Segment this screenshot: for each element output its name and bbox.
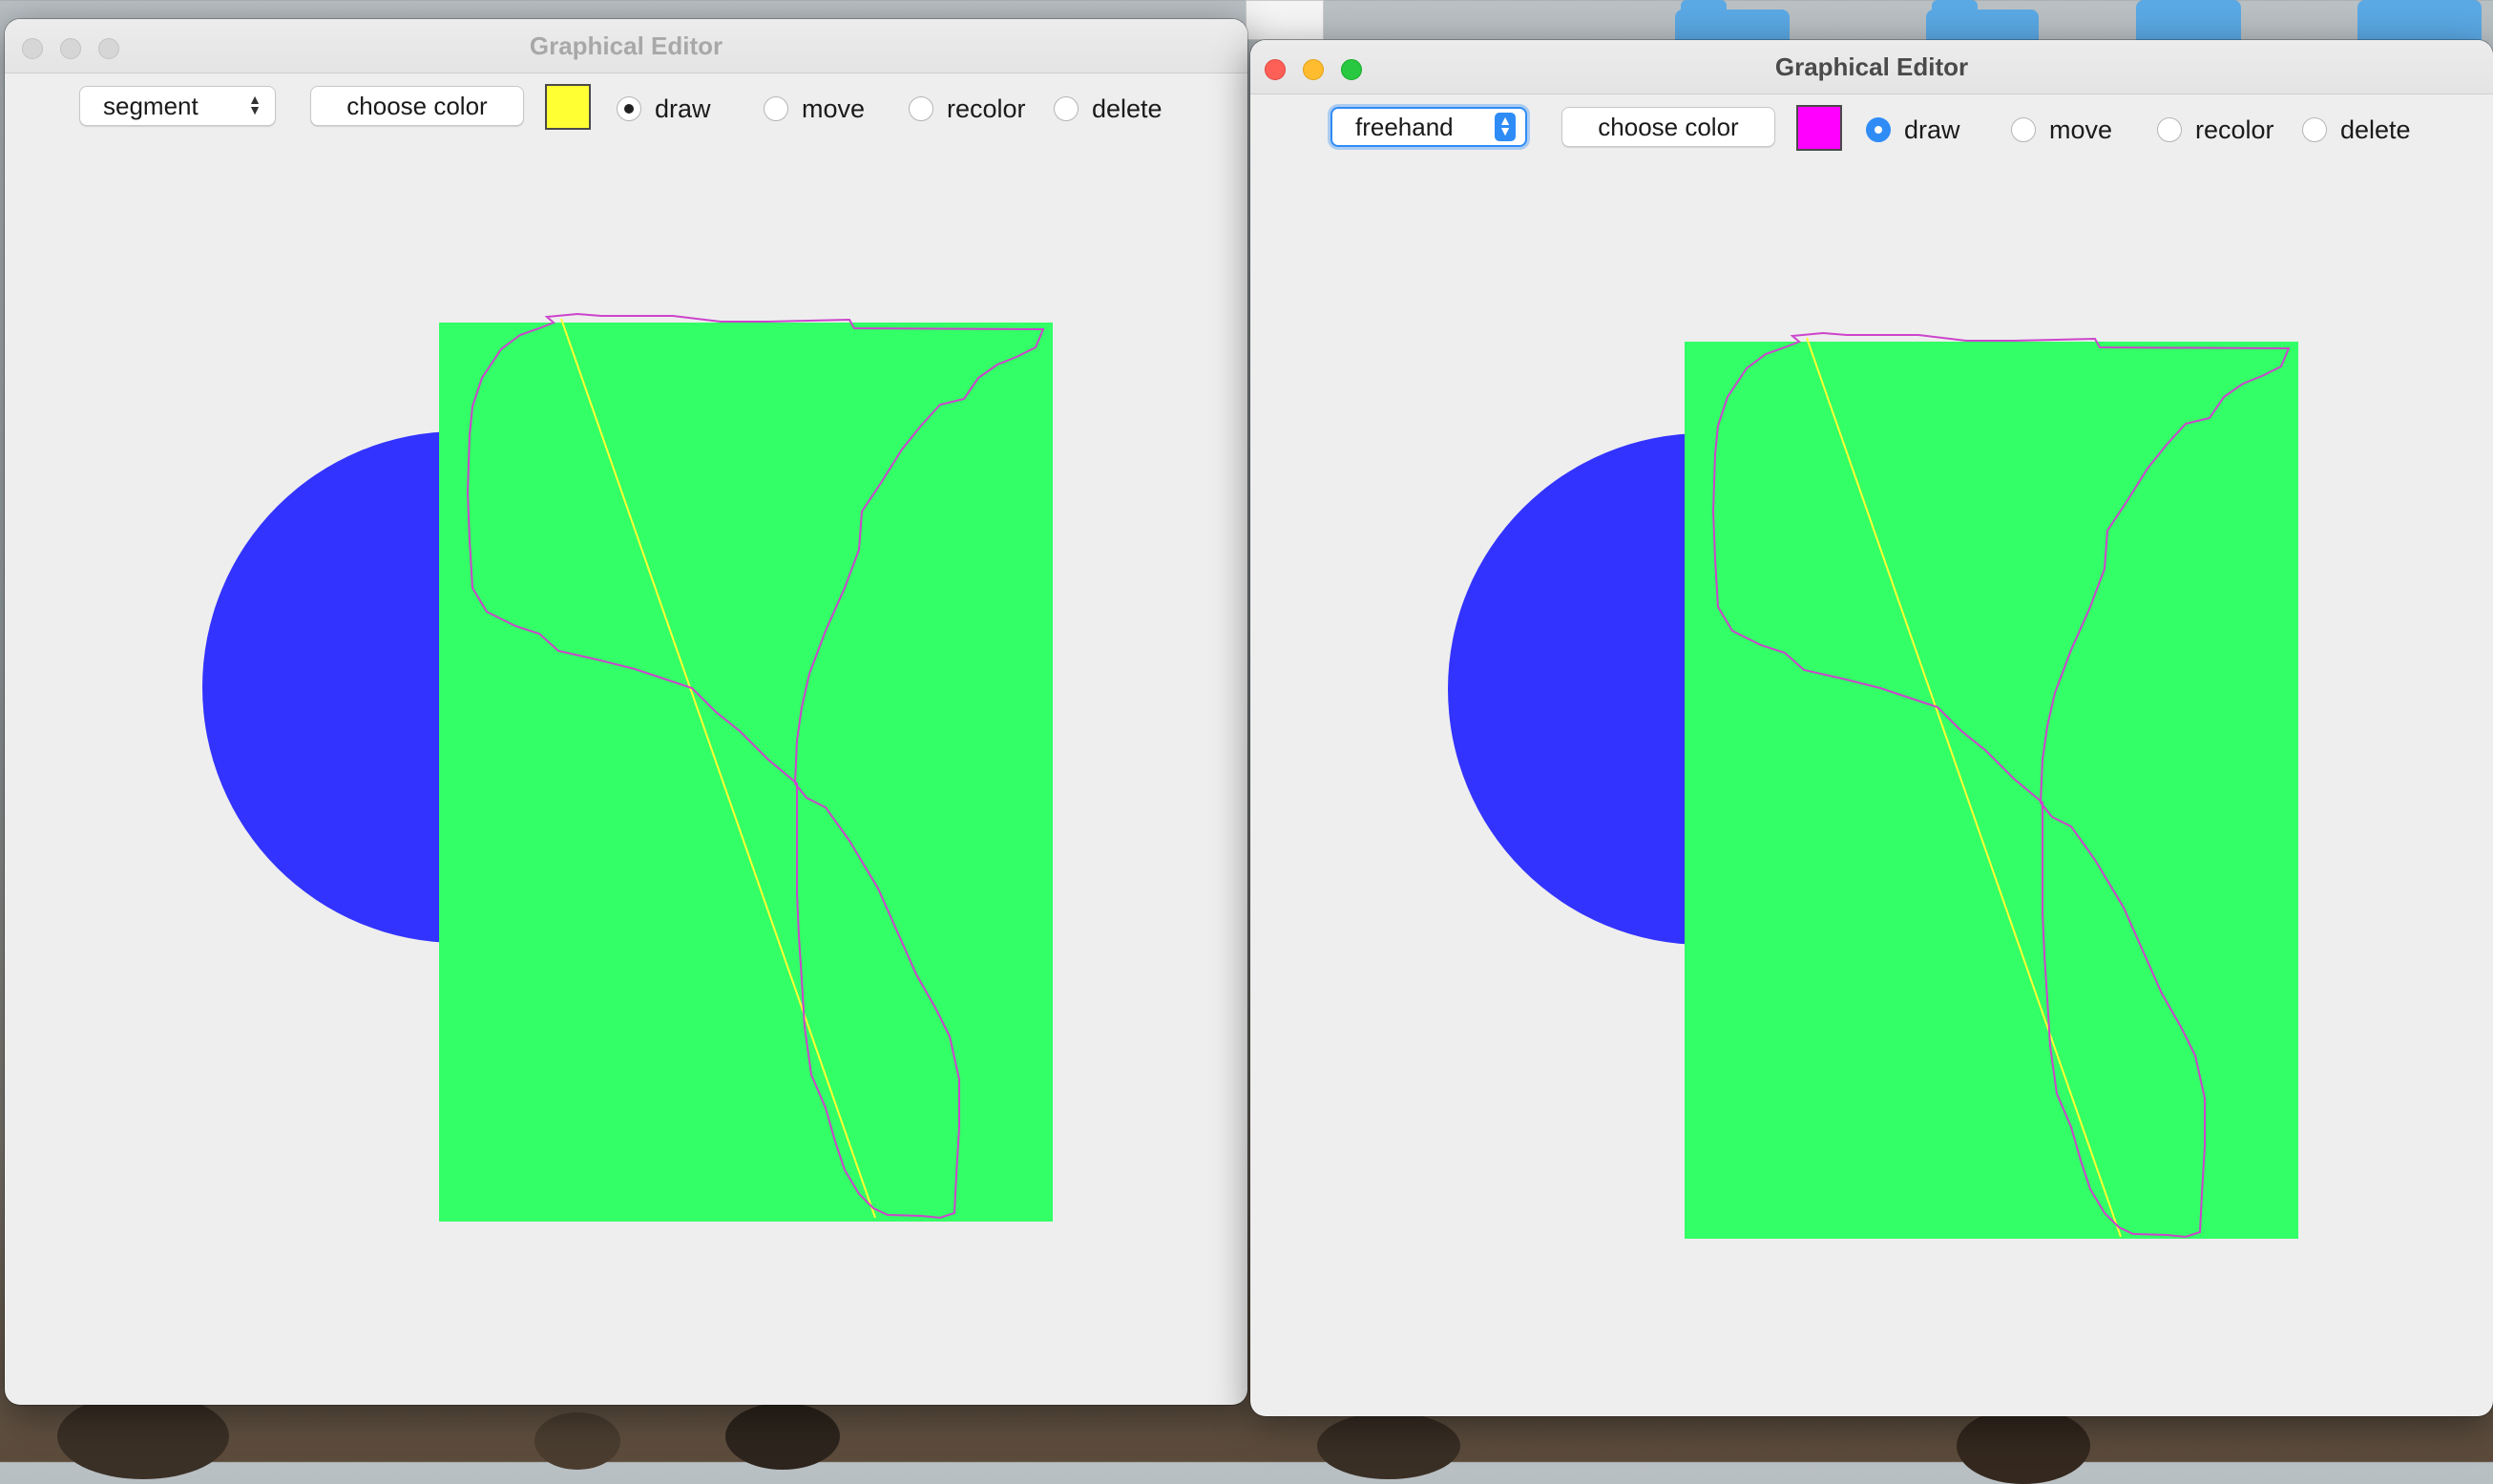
shape-select-value: freehand: [1355, 113, 1454, 141]
window-title: Graphical Editor: [529, 31, 723, 60]
mode-draw-label: draw: [1904, 115, 1960, 144]
chevron-updown-icon: ▲ ▼: [1495, 113, 1516, 141]
toolbar: freehand ▲ ▼ choose color draw move recol…: [1250, 94, 2493, 170]
title-bar: Graphical Editor: [5, 19, 1247, 73]
color-swatch: [545, 84, 591, 130]
window-title: Graphical Editor: [1774, 52, 1969, 81]
shape-select[interactable]: freehand ▲ ▼: [1330, 107, 1527, 147]
radio-button-icon: [909, 96, 933, 121]
radio-button-icon: [1054, 96, 1079, 121]
chevron-updown-icon: ▲ ▼: [248, 92, 262, 117]
color-swatch: [1796, 105, 1842, 151]
radio-button-icon: [2157, 117, 2182, 142]
mode-recolor-label: recolor: [2195, 115, 2274, 144]
radio-button-icon: [2011, 117, 2036, 142]
drawing-canvas[interactable]: [1250, 170, 2493, 1416]
rectangle-shape[interactable]: [439, 323, 1053, 1222]
mode-delete-label: delete: [1092, 94, 1163, 123]
editor-window-2: Graphical Editor freehand ▲ ▼ choose colo…: [1250, 40, 2493, 1416]
toolbar: segment ▲ ▼ choose color draw move recolo…: [5, 73, 1247, 149]
shape-select-value: segment: [103, 92, 199, 120]
rectangle-shape[interactable]: [1685, 342, 2298, 1239]
desktop-document-icon[interactable]: [1246, 0, 1324, 40]
drawing-canvas[interactable]: [5, 149, 1247, 1405]
mode-radio-group: draw move recolor delete: [617, 90, 1227, 128]
mode-draw-label: draw: [655, 94, 711, 123]
title-bar: Graphical Editor: [1250, 40, 2493, 94]
choose-color-button[interactable]: choose color: [1561, 107, 1775, 147]
radio-button-icon: [2302, 117, 2327, 142]
radio-button-icon: [1866, 117, 1891, 142]
editor-window-1: Graphical Editor segment ▲ ▼ choose color…: [5, 19, 1247, 1405]
mode-radio-group: draw move recolor delete: [1866, 111, 2477, 149]
mode-move-label: move: [2049, 115, 2113, 144]
shape-select[interactable]: segment ▲ ▼: [79, 86, 276, 126]
mode-recolor-label: recolor: [947, 94, 1026, 123]
choose-color-button[interactable]: choose color: [310, 86, 524, 126]
radio-button-icon: [764, 96, 788, 121]
desktop-folder-icon[interactable]: [2357, 0, 2482, 44]
radio-button-icon: [617, 96, 641, 121]
mode-move-label: move: [802, 94, 866, 123]
desktop-folder-icon[interactable]: [2136, 0, 2241, 44]
mode-delete-label: delete: [2340, 115, 2411, 144]
